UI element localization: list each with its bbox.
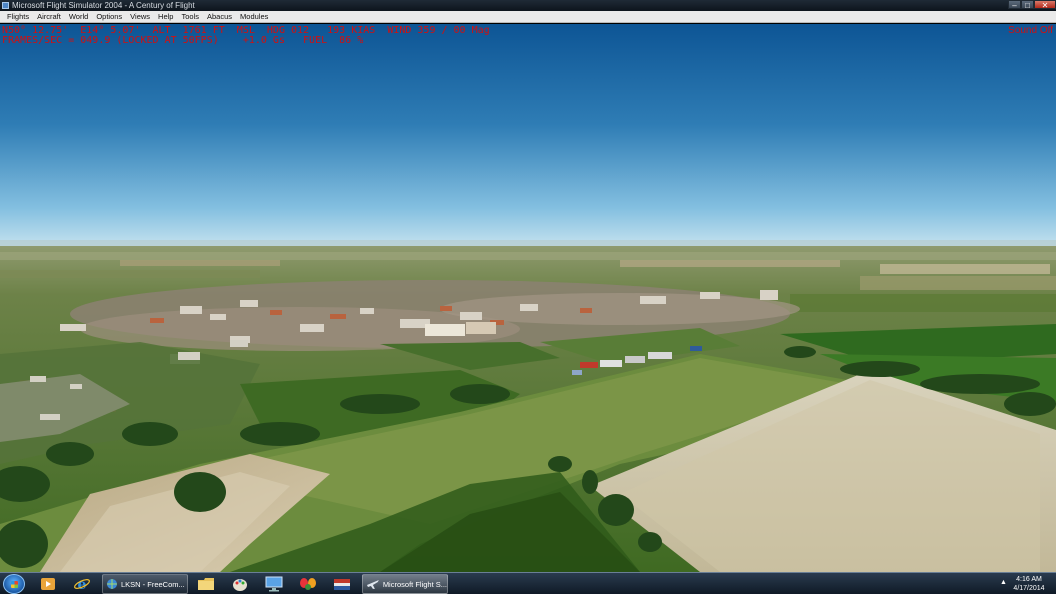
taskbar-task-freecom[interactable]: LKSN - FreeCom... (102, 574, 188, 594)
sound-status: Sound Off (1008, 25, 1053, 36)
globe-icon (107, 579, 117, 589)
menu-modules[interactable]: Modules (236, 11, 272, 23)
menu-abacus[interactable]: Abacus (203, 11, 236, 23)
simulator-viewport[interactable]: N50° 12.75' E14° 5.07' ALT 1761 FT MSL H… (0, 24, 1056, 572)
window-title-bar[interactable]: Microsoft Flight Simulator 2004 - A Cent… (0, 0, 1056, 11)
internet-explorer-icon[interactable]: e (68, 575, 96, 593)
media-player-icon[interactable] (34, 575, 62, 593)
butterfly-icon[interactable] (294, 575, 322, 593)
clock-time: 4:16 AM (1016, 576, 1042, 583)
flag-icon[interactable] (328, 575, 356, 593)
menu-views[interactable]: Views (126, 11, 154, 23)
window-title: Microsoft Flight Simulator 2004 - A Cent… (12, 1, 195, 10)
flight-sim-app-icon (2, 2, 9, 9)
menu-tools[interactable]: Tools (177, 11, 203, 23)
taskbar: e LKSN - FreeCom... Microsoft Flight S..… (0, 572, 1056, 594)
menu-world[interactable]: World (65, 11, 92, 23)
task-label: Microsoft Flight S... (382, 579, 447, 589)
minimize-button[interactable]: – (1008, 0, 1021, 10)
menu-flights[interactable]: Flights (3, 11, 33, 23)
start-button[interactable] (3, 574, 25, 594)
window-controls: – □ ✕ (1008, 0, 1056, 10)
close-button[interactable]: ✕ (1034, 0, 1056, 10)
task-label: LKSN - FreeCom... (121, 579, 185, 589)
menu-bar: Flights Aircraft World Options Views Hel… (0, 11, 1056, 23)
tray-expand-icon[interactable]: ▲ (1000, 579, 1007, 586)
hud-frame-rate-readout: FRAMES/SEC = 049.9 (LOCKED AT 50FPS) +1.… (2, 35, 364, 46)
clock-date: 4/17/2014 (1013, 585, 1045, 592)
monitor-icon[interactable] (260, 575, 288, 593)
menu-options[interactable]: Options (92, 11, 126, 23)
menu-help[interactable]: Help (154, 11, 177, 23)
airplane-icon (366, 580, 379, 589)
paint-icon[interactable] (226, 575, 254, 593)
scenery-view (0, 24, 1056, 572)
system-clock[interactable]: 4:16 AM 4/17/2014 (1008, 575, 1050, 593)
maximize-button[interactable]: □ (1021, 0, 1034, 10)
folder-icon[interactable] (192, 575, 220, 593)
taskbar-task-flight-sim[interactable]: Microsoft Flight S... (362, 574, 448, 594)
menu-aircraft[interactable]: Aircraft (33, 11, 65, 23)
